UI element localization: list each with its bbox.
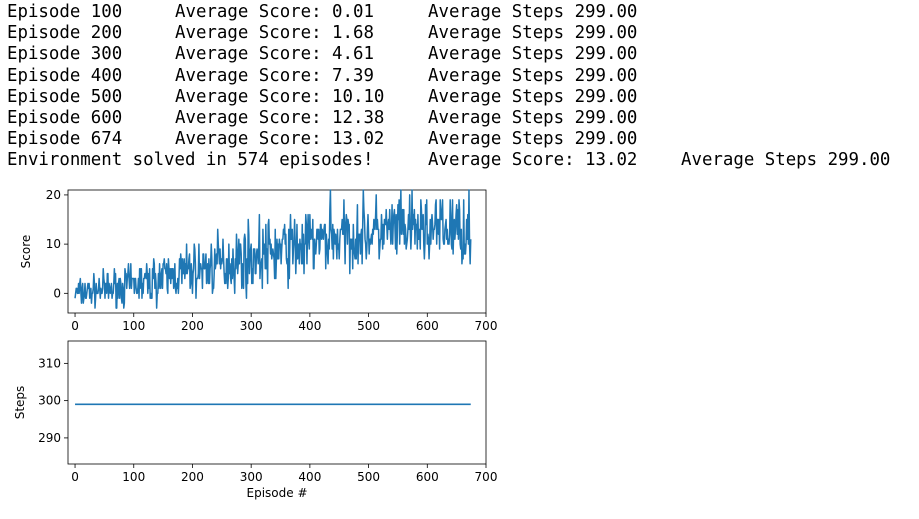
log-line: Episode 500 Average Score: 10.10 Average S… — [7, 87, 890, 108]
x-tick-label: 300 — [240, 319, 263, 333]
x-tick-label: 400 — [298, 319, 321, 333]
score-series-line — [74, 189, 472, 309]
x-tick-label: 300 — [240, 470, 263, 484]
log-average-score: Average Score: 0.01 — [175, 2, 374, 22]
y-axis-label: Score — [19, 235, 33, 269]
log-line: Episode 400 Average Score: 7.39 Average St… — [7, 66, 890, 87]
x-tick-label: 0 — [71, 319, 79, 333]
log-average-score: Average Score: 12.38 — [175, 107, 385, 128]
log-episode: Episode 400 — [7, 65, 123, 86]
x-tick-label: 200 — [181, 470, 204, 484]
x-axis-label: Episode # — [247, 486, 308, 500]
x-tick-label: 700 — [475, 319, 498, 333]
x-tick-label: 500 — [357, 319, 380, 333]
x-tick-label: 200 — [181, 319, 204, 333]
log-line: Episode 600 Average Score: 12.38 Average S… — [7, 108, 890, 129]
x-tick-label: 100 — [122, 319, 145, 333]
log-episode: Episode 300 — [7, 44, 123, 65]
log-episode: Episode 100 — [7, 2, 123, 22]
y-tick-label: 310 — [38, 356, 61, 370]
x-tick-label: 500 — [357, 470, 380, 484]
y-tick-label: 300 — [38, 394, 61, 408]
solved-average-score: Average Score: 13.02 — [428, 150, 638, 171]
y-tick-label: 290 — [38, 431, 61, 445]
log-average-score: Average Score: 1.68 — [175, 23, 374, 44]
x-tick-label: 100 — [122, 470, 145, 484]
log-line: Episode 674 Average Score: 13.02 Average S… — [7, 129, 890, 150]
x-tick-label: 600 — [416, 470, 439, 484]
log-average-score: Average Score: 4.61 — [175, 44, 374, 65]
log-solved-line: Environment solved in 574 episodes! Avera… — [7, 150, 890, 171]
console-output: Episode 100 Average Score: 0.01 Average St… — [7, 2, 890, 172]
x-tick-label: 600 — [416, 319, 439, 333]
x-tick-label: 0 — [71, 470, 79, 484]
log-average-steps: Average Steps 299.00 — [428, 2, 638, 22]
y-tick-label: 0 — [53, 286, 61, 300]
training-plots: 0 100 200 300 400 500 600 700 0 10 20 Score 0 100 200 3… — [13, 188, 498, 500]
log-average-score: Average Score: 10.10 — [175, 86, 385, 107]
solved-average-steps: Average Steps 299.00 — [681, 150, 891, 171]
log-average-steps: Average Steps 299.00 — [428, 107, 638, 128]
log-average-steps: Average Steps 299.00 — [428, 44, 638, 65]
log-line: Episode 300 Average Score: 4.61 Average St… — [7, 44, 890, 65]
log-line: Episode 200 Average Score: 1.68 Average St… — [7, 23, 890, 44]
solved-message: Environment solved in 574 episodes! — [7, 150, 374, 171]
log-average-steps: Average Steps 299.00 — [428, 129, 638, 150]
y-axis-label: Steps — [13, 386, 27, 420]
y-tick-label: 10 — [46, 237, 61, 251]
log-average-steps: Average Steps 299.00 — [428, 23, 638, 44]
log-average-steps: Average Steps 299.00 — [428, 86, 638, 107]
log-average-score: Average Score: 13.02 — [175, 129, 385, 150]
x-tick-label: 700 — [475, 470, 498, 484]
log-average-score: Average Score: 7.39 — [175, 65, 374, 86]
y-tick-label: 20 — [46, 188, 61, 202]
log-average-steps: Average Steps 299.00 — [428, 65, 638, 86]
x-tick-label: 400 — [298, 470, 321, 484]
log-episode: Episode 674 — [7, 129, 123, 150]
log-episode: Episode 200 — [7, 23, 123, 44]
axes-frame — [67, 340, 487, 465]
log-episode: Episode 600 — [7, 107, 123, 128]
log-line: Episode 100 Average Score: 0.01 Average St… — [7, 2, 890, 23]
log-episode: Episode 500 — [7, 86, 123, 107]
